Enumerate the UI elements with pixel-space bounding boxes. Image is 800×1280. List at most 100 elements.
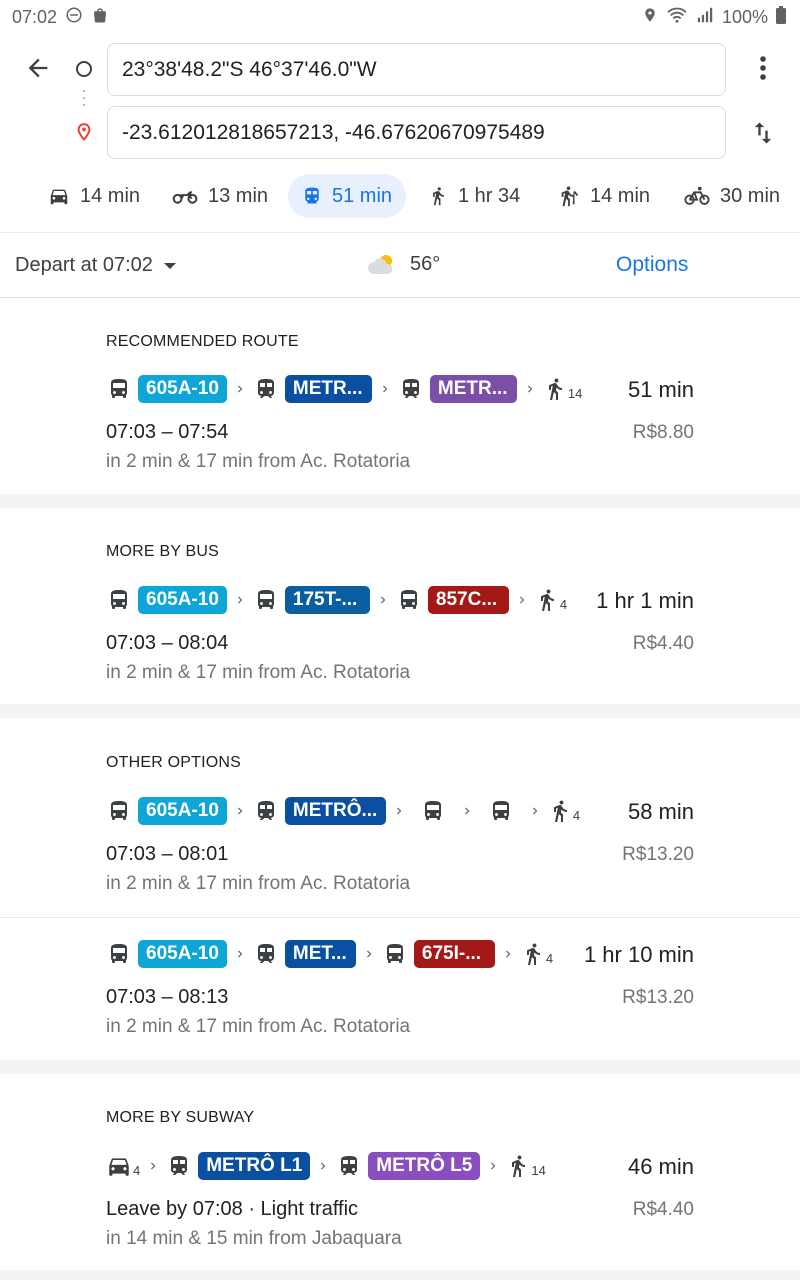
mode-drive-label: 14 min [80,184,141,207]
route-duration: 1 hr 1 min [596,588,694,613]
origin-circle-icon [76,61,92,77]
route-card[interactable]: 605A-10 METR... METR... 14 51 min 07:03 … [0,298,800,494]
route-price: R$8.80 [632,422,694,443]
origin-input[interactable]: 23°38'48.2"S 46°37'46.0"W [107,43,726,96]
route-price: R$13.20 [622,987,694,1008]
depart-time-selector[interactable]: Depart at 07:02 [15,254,177,277]
train-icon [398,375,424,403]
line-badge: 605A-10 [138,797,227,825]
route-card[interactable]: 605A-10 MET... 675I-... 4 1 hr 10 min 07… [0,918,800,1060]
route-departure-info: in 2 min & 17 min from Ac. Rotatoria [106,1016,411,1037]
chevron-right-icon [233,802,247,820]
drive-step: 4 [106,1152,140,1180]
mode-drive[interactable]: 14 min [34,174,154,218]
wifi-icon [666,6,688,29]
line-badge: 857C... [427,586,509,614]
car-icon [106,1152,132,1180]
chevron-right-icon [378,380,392,398]
bus-icon [253,586,279,614]
chevron-right-icon [316,1157,330,1175]
signal-icon [696,6,714,29]
route-steps: 605A-10 METR... METR... 14 [106,372,582,406]
mode-walk-label: 1 hr 34 [458,184,521,207]
shopping-bag-icon [91,6,109,29]
bus-icon [420,797,446,825]
walk-step: 4 [521,940,553,968]
route-steps: 605A-10 175T-... 857C... 4 [106,583,567,617]
route-steps: 4 METRÔ L1 METRÔ L5 14 [106,1149,546,1183]
walk-icon [548,797,572,825]
walk-minutes: 4 [572,808,581,823]
route-times: 07:03 – 07:54 [106,421,229,443]
bus-icon [106,586,132,614]
mode-rideshare[interactable]: 14 min [544,174,664,218]
swap-button[interactable] [746,116,780,150]
bus-icon [106,797,132,825]
depart-options-bar: Depart at 07:02 56° Options [0,232,800,298]
location-icon [642,6,658,29]
walk-icon [535,586,559,614]
route-card[interactable]: 4 METRÔ L1 METRÔ L5 14 46 min Leave by 0… [0,1074,800,1270]
route-card[interactable]: 605A-10 175T-... 857C... 4 1 hr 1 min 07… [0,508,800,704]
route-duration: 51 min [627,377,694,402]
route-duration: 1 hr 10 min [583,942,694,967]
line-badge: 675I-... [413,940,495,968]
line-badge: MET... [284,940,356,968]
walk-step: 4 [535,586,567,614]
depart-label: Depart at 07:02 [15,254,153,276]
status-bar: 07:02 100% [0,0,800,34]
train-icon [166,1152,192,1180]
clock: 07:02 [12,6,58,27]
rideshare-icon [561,186,579,207]
route-times: 07:03 – 08:13 [106,986,229,1008]
bus-icon [488,797,514,825]
mode-motorcycle[interactable]: 13 min [158,174,282,218]
destination-pin-icon [74,120,94,149]
route-times: 07:03 – 08:04 [106,632,229,654]
more-options-button[interactable] [748,52,778,84]
bus-icon [396,586,422,614]
walk-step: 4 [548,797,580,825]
route-dots-icon [83,90,85,114]
line-badge: METR... [284,375,372,403]
line-badge: METRÔ... [284,797,386,825]
destination-input[interactable]: -23.612012818657213, -46.67620670975489 [107,106,726,159]
route-card[interactable]: 605A-10 METRÔ... 4 58 min 07:03 – 08:01 … [0,718,800,916]
mode-walk[interactable]: 1 hr 34 [414,174,534,218]
walk-icon [428,185,448,207]
walk-icon [543,375,567,403]
train-icon [336,1152,362,1180]
route-duration: 46 min [627,1154,694,1179]
back-button[interactable] [22,52,54,84]
arrow-back-icon [28,58,48,78]
mode-bike[interactable]: 30 min [670,174,794,218]
chevron-right-icon [515,591,529,609]
section-more-by-subway: MORE BY SUBWAY 4 METRÔ L1 METRÔ L5 14 46… [0,1074,800,1270]
route-list: RECOMMENDED ROUTE 605A-10 METR... METR..… [0,298,800,1280]
route-times: Leave by 07:08 · Light traffic [106,1198,359,1220]
chevron-right-icon [460,802,474,820]
line-badge: 175T-... [284,586,370,614]
options-button[interactable]: Options [616,253,688,277]
motorcycle-icon [172,191,198,204]
line-badge: 605A-10 [138,375,227,403]
train-icon [253,375,279,403]
line-badge: METR... [429,375,517,403]
chevron-right-icon [362,945,376,963]
walk-icon [521,940,545,968]
bus-icon [106,940,132,968]
route-price: R$4.40 [632,633,694,654]
route-steps: 605A-10 METRÔ... 4 [106,794,580,828]
route-steps: 605A-10 MET... 675I-... 4 [106,937,553,971]
section-recommended: RECOMMENDED ROUTE 605A-10 METR... METR..… [0,298,800,494]
do-not-disturb-icon [65,6,83,29]
mode-transit[interactable]: 51 min [288,174,407,218]
route-price: R$13.20 [622,844,694,865]
temperature: 56° [410,252,441,275]
mode-transit-label: 51 min [332,184,393,207]
line-badge: 605A-10 [138,940,227,968]
walk-minutes: 4 [559,597,568,612]
line-badge: METRÔ L5 [368,1152,481,1180]
travel-mode-tabs: 14 min 13 min 51 min 1 hr 34 14 min 30 m… [0,172,800,220]
chevron-right-icon [528,802,542,820]
